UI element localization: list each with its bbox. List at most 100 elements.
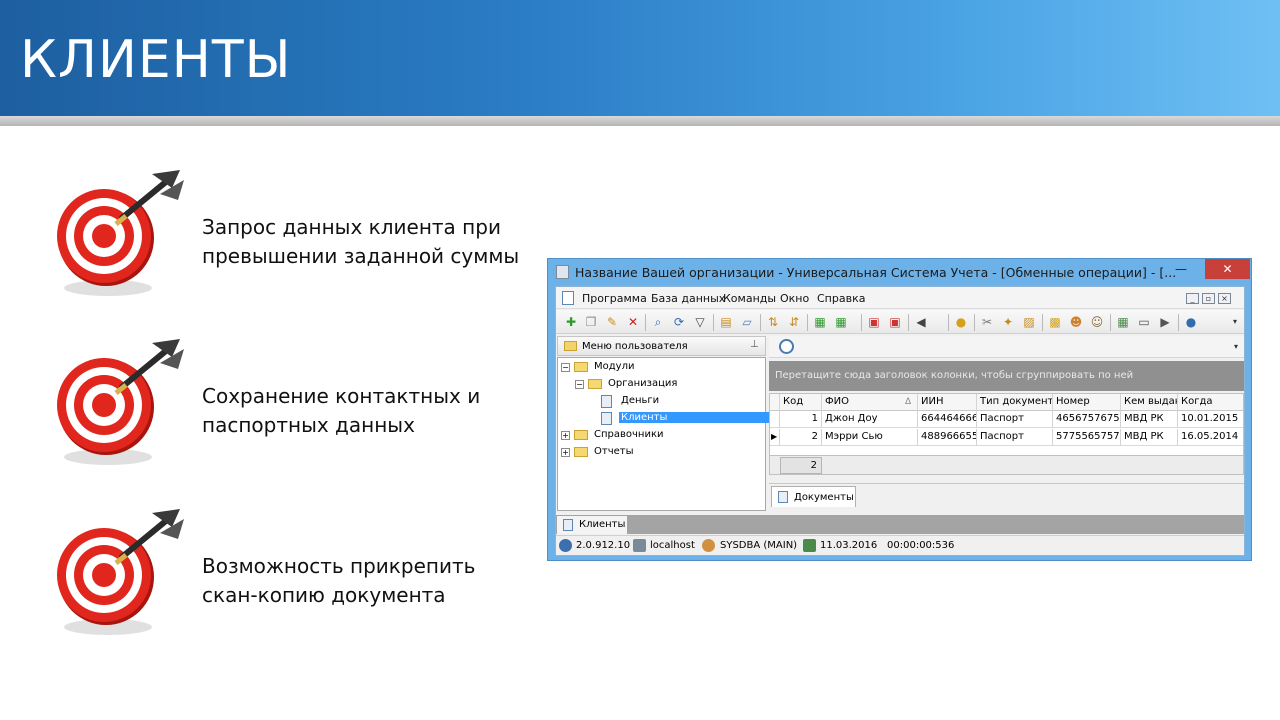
- tree-node-reports[interactable]: + Отчеты: [561, 445, 761, 460]
- toolbar-separator: [713, 314, 714, 331]
- column-header-doc-type[interactable]: Тип документа: [977, 394, 1053, 411]
- document-icon: [563, 519, 573, 531]
- mdi-close-button[interactable]: ×: [1218, 293, 1231, 304]
- help-icon[interactable]: ●: [1184, 315, 1198, 329]
- table-row[interactable]: 1 Джон Доу 664464666 Паспорт 46567576757…: [770, 411, 1243, 428]
- lock-icon[interactable]: ▩: [1048, 315, 1062, 329]
- money-icon[interactable]: ●: [954, 315, 968, 329]
- search-icon[interactable]: ⌕: [651, 315, 665, 329]
- app-icon: [556, 265, 569, 279]
- bullet-text: Запрос данных клиента при превышении зад…: [202, 215, 520, 268]
- calendar-icon[interactable]: ▦: [1116, 315, 1130, 329]
- tab-label: Документы: [794, 492, 854, 503]
- header-divider: [0, 116, 1280, 126]
- speaker-icon[interactable]: ◀: [914, 315, 928, 329]
- column-header-name[interactable]: ФИО Δ: [822, 394, 918, 411]
- column-header-code[interactable]: Код: [780, 394, 822, 411]
- filter-icon[interactable]: ▽: [693, 315, 707, 329]
- cell-doc-type: Паспорт: [977, 411, 1053, 428]
- app-window: Название Вашей организации - Универсальн…: [547, 258, 1252, 561]
- preview-icon[interactable]: ▶: [1158, 315, 1172, 329]
- tab-documents[interactable]: Документы: [771, 486, 856, 507]
- cell-iin: 664464666: [918, 411, 977, 428]
- edit-icon[interactable]: ✎: [605, 315, 619, 329]
- folder-icon: [574, 447, 588, 457]
- import-icon[interactable]: ▦: [834, 315, 848, 329]
- tree-node-label: Отчеты: [594, 446, 634, 457]
- collapse-icon[interactable]: −: [561, 363, 570, 372]
- toolbar-separator: [760, 314, 761, 331]
- status-timer: 00:00:00:536: [887, 540, 955, 551]
- menu-commands[interactable]: Команды: [723, 292, 776, 305]
- main-toolbar: ✚ ❐ ✎ ✕ ⌕ ⟳ ▽ ▤ ▱ ⇅ ⇵ ▦ ▦ ▣ ▣ ◀ ● ✂ ✦ ▨ …: [556, 310, 1244, 334]
- minimize-button[interactable]: —: [1168, 259, 1194, 279]
- copy-icon[interactable]: ❐: [584, 315, 598, 329]
- mdi-restore-button[interactable]: ▫: [1202, 293, 1215, 304]
- menu-program[interactable]: Программа: [582, 292, 647, 305]
- tree-node-label: Модули: [594, 361, 635, 372]
- current-row-indicator-icon: ▶: [770, 429, 780, 446]
- tree-node-organization[interactable]: − Организация: [575, 377, 761, 392]
- tree-node-money[interactable]: Деньги: [588, 394, 761, 409]
- comment-icon[interactable]: ▱: [740, 315, 754, 329]
- status-server: localhost: [650, 540, 695, 551]
- open-window-icon[interactable]: ▣: [867, 315, 881, 329]
- bullet-text: Сохранение контактных и паспортных данны…: [202, 384, 481, 437]
- sort-icon[interactable]: ▤: [719, 315, 733, 329]
- menu-window[interactable]: Окно: [780, 292, 809, 305]
- cell-number: 57755657575: [1053, 429, 1121, 446]
- toolbar-overflow-icon[interactable]: ▾: [1228, 315, 1242, 329]
- toolbar-separator: [1110, 314, 1111, 331]
- users-icon[interactable]: ☻: [1069, 315, 1083, 329]
- detail-tab-strip: Документы: [769, 483, 1244, 507]
- expand-icon[interactable]: +: [561, 448, 570, 457]
- menu-help[interactable]: Справка: [817, 292, 865, 305]
- close-button[interactable]: ✕: [1205, 259, 1250, 279]
- user-menu-title: Меню пользователя: [582, 341, 688, 352]
- toolbar-separator: [948, 314, 949, 331]
- tree-node-label: Деньги: [621, 395, 660, 406]
- tree-expand-icon[interactable]: ⇅: [766, 315, 780, 329]
- record-count: 2: [780, 457, 822, 474]
- column-header-number[interactable]: Номер: [1053, 394, 1121, 411]
- cell-iin: 488966655: [918, 429, 977, 446]
- row-indicator-header: [770, 394, 780, 411]
- delete-icon[interactable]: ✕: [626, 315, 640, 329]
- tree-collapse-icon[interactable]: ⇵: [787, 315, 801, 329]
- table-row[interactable]: ▶ 2 Мэрри Сью 488966655 Паспорт 57755657…: [770, 429, 1243, 446]
- tree-node-clients[interactable]: Клиенты: [588, 411, 769, 426]
- bullet-3: Возможность прикрепить скан-копию докуме…: [52, 505, 522, 645]
- refresh-icon[interactable]: ⟳: [672, 315, 686, 329]
- status-version: 2.0.912.10: [576, 540, 631, 551]
- export-icon[interactable]: ▦: [813, 315, 827, 329]
- column-header-iin[interactable]: ИИН: [918, 394, 977, 411]
- document-icon: [601, 395, 612, 408]
- expand-icon[interactable]: +: [561, 431, 570, 440]
- mdi-minimize-button[interactable]: _: [1186, 293, 1199, 304]
- user-icon: [702, 539, 715, 552]
- folder-icon: [574, 430, 588, 440]
- cell-when: 16.05.2014: [1181, 431, 1239, 442]
- tree-node-modules[interactable]: − Модули: [561, 360, 761, 375]
- tree-node-references[interactable]: + Справочники: [561, 428, 761, 443]
- column-header-issued-by[interactable]: Кем выдан: [1121, 394, 1178, 411]
- close-window-icon[interactable]: ▣: [888, 315, 902, 329]
- tools-icon[interactable]: ✂: [980, 315, 994, 329]
- clock-icon[interactable]: [779, 339, 794, 354]
- folder-icon: [564, 341, 577, 351]
- collapse-icon[interactable]: −: [575, 380, 584, 389]
- menu-database[interactable]: База данных: [651, 292, 725, 305]
- wand-icon[interactable]: ✦: [1001, 315, 1015, 329]
- grid-footer: 2: [769, 455, 1244, 475]
- column-header-when[interactable]: Когда: [1178, 394, 1242, 411]
- add-icon[interactable]: ✚: [564, 315, 578, 329]
- report-icon[interactable]: ▨: [1022, 315, 1036, 329]
- user-edit-icon[interactable]: ☺: [1090, 315, 1104, 329]
- window-titlebar[interactable]: Название Вашей организации - Универсальн…: [548, 259, 1251, 285]
- version-icon: [559, 539, 572, 552]
- pin-icon[interactable]: ⊥: [750, 339, 759, 350]
- grid-toolbar-overflow-icon[interactable]: ▾: [1229, 340, 1243, 354]
- print-icon[interactable]: ▭: [1137, 315, 1151, 329]
- group-by-panel[interactable]: Перетащите сюда заголовок колонки, чтобы…: [769, 361, 1244, 391]
- tab-clients[interactable]: Клиенты: [557, 516, 627, 534]
